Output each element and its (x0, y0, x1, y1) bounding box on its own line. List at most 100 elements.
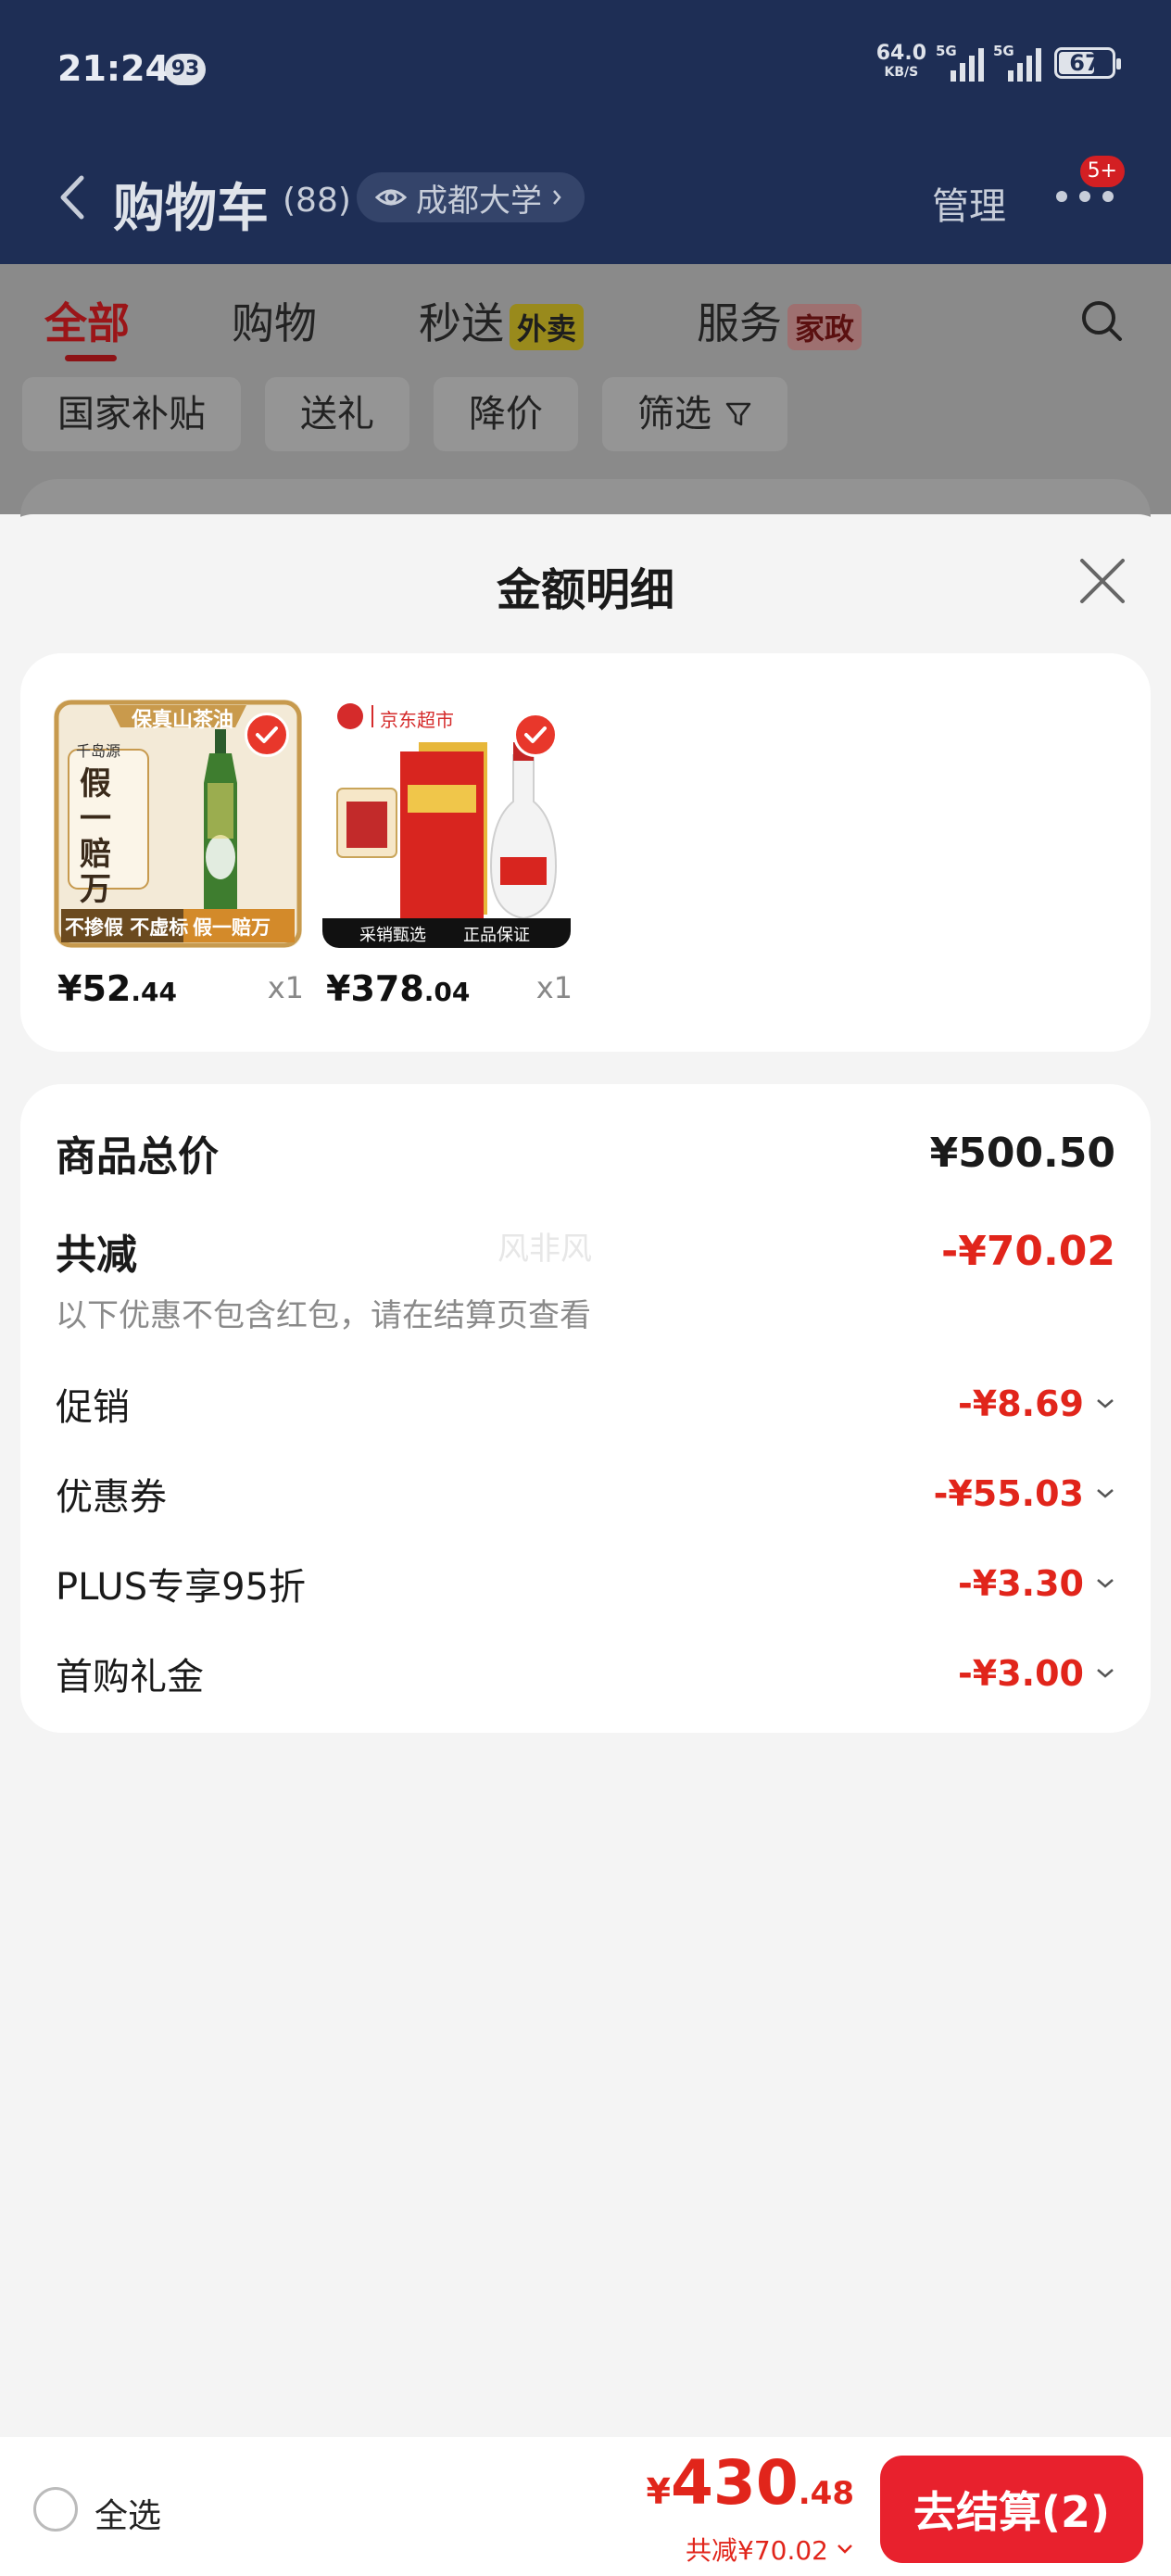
cart-count: (88) (283, 182, 351, 220)
more-options-icon[interactable] (1056, 187, 1114, 206)
discount-value: -¥8.69 (958, 1383, 1084, 1424)
price-integer: ¥52 (57, 968, 132, 1009)
tab-instant-delivery[interactable]: 秒送 外卖 (419, 290, 585, 351)
total-price-value: ¥500.50 (929, 1129, 1115, 1177)
search-icon[interactable] (1078, 297, 1125, 344)
status-time: 21:24 (57, 48, 170, 89)
total-price-row: 商品总价 ¥500.50 (56, 1123, 1115, 1182)
cart-header-area: 21:24 93 64.0 KB/S 5G 5G 67 购物车 (88) 成都大… (0, 0, 1171, 264)
cart-tabs: 全部 购物 秒送 外卖 服务 家政 (0, 290, 1171, 364)
location-selector[interactable]: 成都大学 (357, 172, 585, 222)
tab-services[interactable]: 服务 家政 (697, 290, 863, 351)
chevron-down-icon (1097, 1399, 1114, 1408)
savings-toggle[interactable]: 共减¥70.02 (647, 2531, 854, 2568)
housekeeping-tag: 家政 (787, 303, 863, 350)
checkout-button[interactable]: 去结算(2) (880, 2456, 1143, 2563)
status-bar: 21:24 93 64.0 KB/S 5G 5G 67 (0, 0, 1171, 139)
total-decimal: .48 (798, 2475, 854, 2512)
filter-button[interactable]: 筛选 (602, 377, 787, 451)
product-price: ¥52.44 (57, 968, 177, 1009)
product-brand: 千岛源 (76, 742, 121, 760)
signal-icon: 5G (993, 43, 1041, 82)
manage-button[interactable]: 管理 (932, 176, 1006, 230)
checkout-bar: 全选 ¥430.48 共减¥70.02 去结算(2) (0, 2437, 1171, 2576)
currency-symbol: ¥ (646, 2471, 671, 2512)
discount-value: -¥3.30 (958, 1563, 1084, 1604)
selected-check-icon[interactable] (245, 713, 289, 757)
reduction-note: 以下优惠不包含红包，请在结算页查看 (56, 1297, 591, 1334)
total-amount: ¥430.48 共减¥70.02 (647, 2446, 854, 2568)
total-reduction-label: 共减 (56, 1231, 137, 1279)
tab-all[interactable]: 全部 (44, 290, 130, 351)
discount-row-coupon[interactable]: 优惠券 -¥55.03 (56, 1467, 1115, 1521)
discount-row-plus[interactable]: PLUS专享95折 -¥3.30 (56, 1557, 1115, 1610)
discount-label: 优惠券 (56, 1476, 167, 1519)
chevron-right-icon (553, 190, 561, 205)
product-footer-left: 采销甄选 (359, 926, 426, 945)
product-banner: 京东超市 (380, 709, 454, 731)
savings-text: 共减¥70.02 (686, 2535, 828, 2566)
product-quantity: x1 (535, 970, 573, 1005)
message-badge: 5+ (1079, 156, 1125, 187)
total-reduction-value: -¥70.02 (940, 1227, 1115, 1275)
funnel-icon (725, 402, 751, 426)
price-decimal: .44 (131, 977, 177, 1007)
filter-price-drop[interactable]: 降价 (434, 377, 578, 451)
tab-shopping[interactable]: 购物 (232, 290, 317, 351)
product-image-tea-oil[interactable]: 保真山茶油 千岛源 假一赔万 不掺假 不虚标 假一赔万 (54, 700, 302, 948)
price-decimal: .04 (423, 977, 471, 1007)
discount-label: 首购礼金 (56, 1656, 204, 1698)
product-footer-right: 假一赔万 (193, 916, 271, 939)
product-item[interactable]: 京东超市 采销甄选 正品保证 ¥378.04 x1 (322, 700, 573, 1009)
amount-detail-sheet: 金额明细 保真山茶油 千岛源 假一赔万 不掺假 不虚标 假一赔万 ¥52.44 … (0, 514, 1171, 2576)
discount-label: PLUS专享95折 (56, 1566, 306, 1609)
product-badge: 假一赔万 (80, 765, 111, 908)
chevron-down-icon (1097, 1579, 1114, 1588)
product-item[interactable]: 保真山茶油 千岛源 假一赔万 不掺假 不虚标 假一赔万 ¥52.44 x1 (54, 700, 304, 1009)
notification-count-badge: 93 (165, 54, 206, 85)
select-all-radio[interactable] (33, 2487, 78, 2532)
product-quantity: x1 (267, 970, 304, 1005)
chevron-down-icon (1097, 1489, 1114, 1498)
takeout-tag: 外卖 (510, 303, 585, 350)
chevron-down-icon (1097, 1669, 1114, 1678)
product-price: ¥378.04 (326, 968, 470, 1009)
network-speed-unit: KB/S (884, 65, 919, 80)
signal-label: 5G (936, 43, 957, 59)
discount-row-promotion[interactable]: 促销 -¥8.69 (56, 1377, 1115, 1431)
product-footer-right: 正品保证 (463, 926, 530, 945)
select-all-label[interactable]: 全选 (94, 2489, 161, 2537)
discount-value: -¥3.00 (958, 1653, 1084, 1694)
navigation-bar: 购物车 (88) 成都大学 管理 5+ (0, 148, 1171, 246)
close-icon[interactable] (1075, 553, 1130, 609)
selected-check-icon[interactable] (513, 713, 558, 757)
signal-label: 5G (993, 43, 1014, 59)
selected-products-card: 保真山茶油 千岛源 假一赔万 不掺假 不虚标 假一赔万 ¥52.44 x1 京东… (20, 653, 1151, 1052)
back-arrow-icon[interactable] (56, 174, 87, 221)
discount-label: 促销 (56, 1386, 130, 1429)
discount-row-first-purchase[interactable]: 首购礼金 -¥3.00 (56, 1647, 1115, 1700)
total-reduction-row: 共减 -¥70.02 (56, 1221, 1115, 1281)
filter-label: 筛选 (637, 393, 711, 436)
filter-chips: 国家补贴 送礼 降价 筛选 (22, 377, 787, 451)
network-speed-value: 64.0 (875, 42, 926, 65)
page-title: 购物车 (113, 179, 269, 239)
product-banner: 保真山茶油 (132, 709, 234, 732)
filter-national-subsidy[interactable]: 国家补贴 (22, 377, 241, 451)
price-breakdown-card: 风非风 商品总价 ¥500.50 共减 -¥70.02 以下优惠不包含红包，请在… (20, 1084, 1151, 1733)
battery-level: 67 (1069, 50, 1101, 76)
price-integer: ¥378 (326, 968, 424, 1009)
sheet-title: 金额明细 (496, 564, 674, 616)
total-price-label: 商品总价 (56, 1133, 219, 1181)
tab-active-indicator (65, 355, 117, 361)
product-image-baijiu[interactable]: 京东超市 采销甄选 正品保证 (322, 700, 571, 948)
cart-background: 全部 购物 秒送 外卖 服务 家政 国家补贴 送礼 降价 筛选 (0, 264, 1171, 553)
filter-gift[interactable]: 送礼 (265, 377, 409, 451)
discount-value: -¥55.03 (933, 1473, 1084, 1514)
signal-icon: 5G (936, 43, 984, 82)
product-footer-left: 不掺假 不虚标 (65, 916, 189, 939)
tab-services-label: 服务 (697, 298, 782, 348)
battery-icon: 67 (1054, 47, 1121, 79)
total-integer: 430 (670, 2447, 799, 2519)
network-speed: 64.0 KB/S (876, 44, 926, 82)
